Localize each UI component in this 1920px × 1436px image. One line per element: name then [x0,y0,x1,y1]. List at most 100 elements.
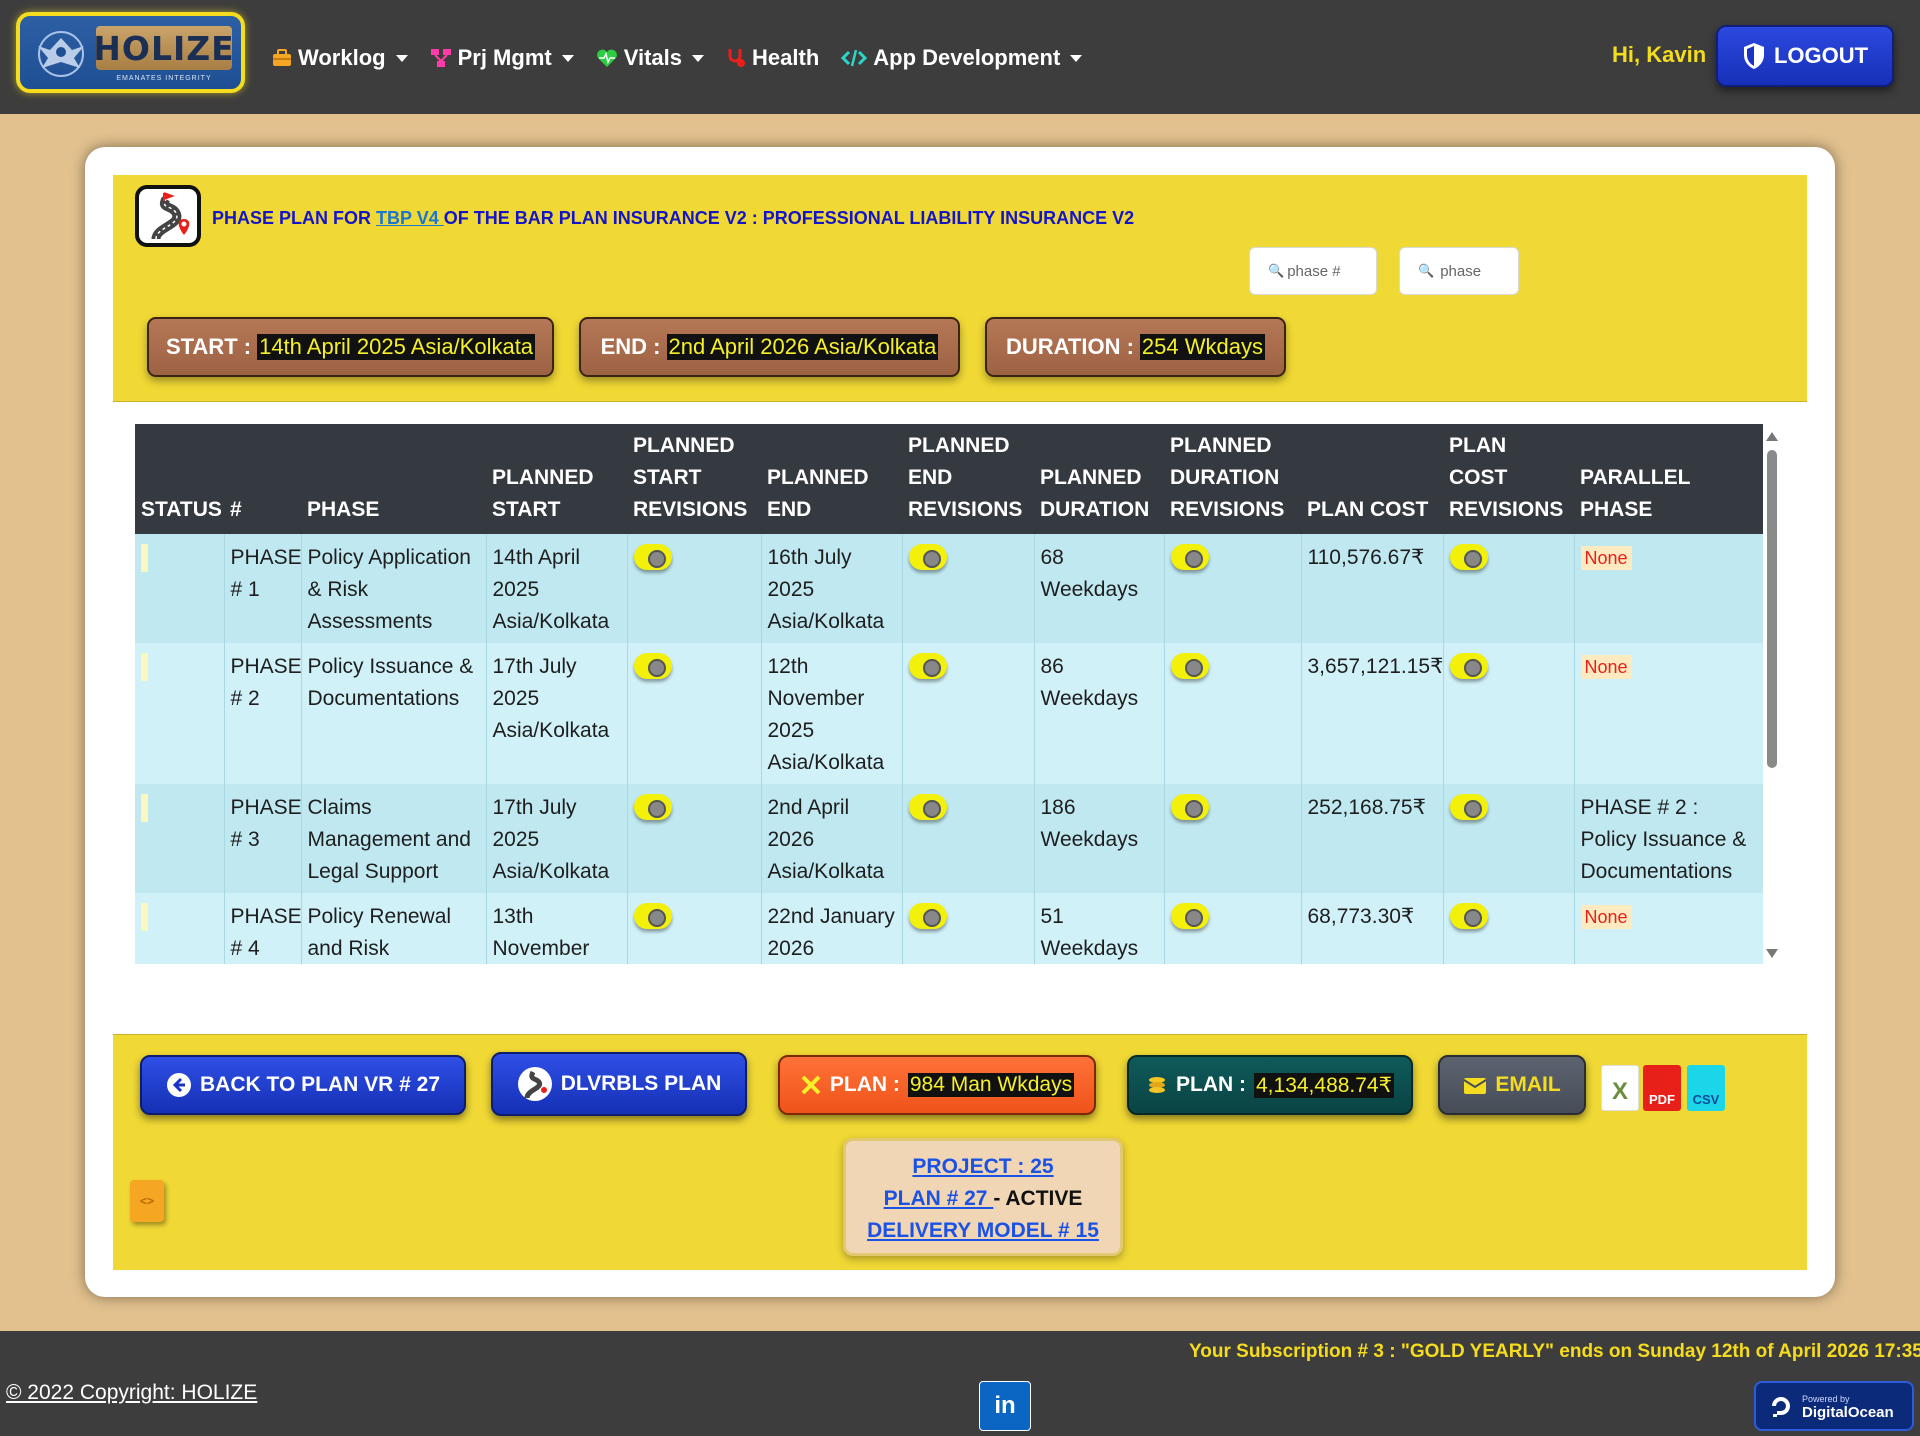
nav-app-development[interactable]: App Development [841,45,1083,71]
phase-table-container[interactable]: STATUS # PHASE PLANNED START PLANNED STA… [135,424,1763,964]
plan-effort-value: 984 Man Wkdays [907,1073,1075,1097]
duration-revisions-cell [1164,534,1302,643]
code-file-icon[interactable]: <> [130,1180,164,1222]
phase-name-search[interactable]: 🔍 phase [1399,247,1519,295]
plan-info-box: PROJECT : 25 PLAN # 27 - ACTIVE DELIVERY… [843,1138,1123,1256]
cost-revisions-toggle[interactable] [1449,903,1488,929]
planned-end-cell: 12th November 2025 Asia/Kolkata [761,643,903,784]
digitalocean-badge[interactable]: Powered by DigitalOcean [1754,1381,1914,1431]
envelope-icon [1463,1078,1487,1094]
plan-cost-label: PLAN : [1176,1073,1246,1096]
column-header[interactable]: PLAN COST [1301,424,1443,534]
phase-name-cell: Policy Issuance & Documentations [301,643,487,784]
duration-revisions-toggle[interactable] [1170,903,1209,929]
column-header[interactable]: PLANNED END [761,424,902,534]
arrow-left-circle-icon [167,1073,191,1097]
parallel-phase-cell: PHASE # 2 : Policy Issuance & Documentat… [1574,784,1763,893]
export-excel-icon[interactable]: X [1601,1065,1639,1111]
column-header[interactable]: PLAN COST REVISIONS [1443,424,1574,534]
top-navbar: HOLIZE EMANATES INTEGRITY Worklog Prj Mg… [0,0,1920,114]
excel-label: X [1611,1078,1628,1105]
column-header[interactable]: PLANNED END REVISIONS [902,424,1034,534]
nav-health[interactable]: Health [726,45,819,71]
cost-revisions-toggle[interactable] [1449,653,1488,679]
delivery-model-link[interactable]: DELIVERY MODEL # 15 [867,1219,1099,1242]
plan-cost-cell: 3,657,121.15₹ [1301,643,1444,784]
end-revisions-toggle[interactable] [908,544,947,570]
column-header[interactable]: PLANNED DURATION [1034,424,1164,534]
linkedin-icon[interactable]: in [979,1381,1031,1431]
plan-link[interactable]: PLAN # 27 [884,1187,994,1210]
end-revisions-cell [902,534,1035,643]
scroll-up-arrow-icon[interactable] [1766,432,1778,441]
column-header[interactable]: STATUS [135,424,224,534]
title-suffix: OF THE BAR PLAN INSURANCE V2 : PROFESSIO… [443,208,1135,228]
nav-vitals[interactable]: Vitals [596,45,705,71]
phase-number-cell: PHASE # 2 [224,643,302,784]
nav-worklog[interactable]: Worklog [272,45,408,71]
duration-label: DURATION : [1006,334,1134,359]
column-header[interactable]: # [224,424,301,534]
scroll-thumb[interactable] [1767,450,1777,768]
plan-cost-button[interactable]: PLAN : 4,134,488.74₹ [1127,1055,1413,1115]
phase-name-cell: Policy Renewal and Risk [301,893,487,964]
duration-revisions-toggle[interactable] [1170,653,1209,679]
cost-revisions-toggle[interactable] [1449,544,1488,570]
plan-effort-button[interactable]: PLAN : 984 Man Wkdays [778,1055,1096,1115]
logout-button[interactable]: LOGOUT [1716,25,1894,87]
page-title: PHASE PLAN FOR TBP V4 OF THE BAR PLAN IN… [212,208,1134,229]
export-pdf-icon[interactable]: PDF [1643,1065,1681,1111]
code-icon [841,49,868,67]
cost-revisions-cell [1443,784,1575,893]
email-button[interactable]: EMAIL [1438,1055,1586,1115]
end-revisions-toggle[interactable] [908,653,947,679]
phase-number-search[interactable]: 🔍 phase # [1249,247,1377,295]
duration-revisions-toggle[interactable] [1170,544,1209,570]
planned-start-cell: 14th April 2025 Asia/Kolkata [486,534,628,643]
phase-number-cell: PHASE # 4 [224,893,302,964]
parallel-phase-cell: None [1574,893,1763,964]
column-header[interactable]: PARALLEL PHASE [1574,424,1763,534]
table-scrollbar[interactable] [1765,424,1779,964]
main-menu: Worklog Prj Mgmt Vitals Health App Devel… [272,38,1104,78]
brand-name: HOLIZE [93,26,234,70]
end-revisions-toggle[interactable] [908,903,947,929]
chevron-down-icon [561,54,574,62]
scroll-down-arrow-icon[interactable] [1766,949,1778,958]
end-revisions-toggle[interactable] [908,794,947,820]
holize-logo[interactable]: HOLIZE EMANATES INTEGRITY [16,12,245,93]
column-header[interactable]: PLANNED DURATION REVISIONS [1164,424,1301,534]
project-link[interactable]: PROJECT : 25 [912,1155,1053,1178]
tbp-version-link[interactable]: TBP V4 [376,208,444,228]
phase-plan-card: PHASE PLAN FOR TBP V4 OF THE BAR PLAN IN… [85,147,1835,1297]
planned-end-cell: 16th July 2025 Asia/Kolkata [761,534,903,643]
cost-revisions-toggle[interactable] [1449,794,1488,820]
status-indicator [141,903,148,931]
start-revisions-toggle[interactable] [633,544,672,570]
back-to-plan-button[interactable]: BACK TO PLAN VR # 27 [140,1055,466,1115]
table-row: PHASE # 2 Policy Issuance & Documentatio… [135,643,1763,784]
duration-revisions-toggle[interactable] [1170,794,1209,820]
status-cell [135,784,225,893]
phase-number-cell: PHASE # 3 [224,784,302,893]
column-header[interactable]: PHASE [301,424,486,534]
nav-prj-mgmt[interactable]: Prj Mgmt [430,45,574,71]
end-revisions-cell [902,784,1035,893]
deliverables-plan-button[interactable]: DLVRBLS PLAN [491,1052,747,1116]
status-indicator [141,794,148,822]
road-map-icon [517,1067,552,1101]
chevron-down-icon [395,54,408,62]
export-csv-icon[interactable]: CSV [1687,1065,1725,1111]
start-revisions-toggle[interactable] [633,653,672,679]
planned-end-cell: 2nd April 2026 Asia/Kolkata [761,784,903,893]
cost-revisions-cell [1443,893,1575,964]
nav-app-development-label: App Development [873,45,1061,70]
column-header[interactable]: PLANNED START [486,424,627,534]
nav-health-label: Health [752,45,820,70]
start-revisions-toggle[interactable] [633,794,672,820]
copyright-link[interactable]: © 2022 Copyright: HOLIZE [6,1381,257,1405]
column-header[interactable]: PLANNED START REVISIONS [627,424,761,534]
planned-end-cell: 22nd January 2026 [761,893,903,964]
plan-cost-cell: 252,168.75₹ [1301,784,1444,893]
start-revisions-toggle[interactable] [633,903,672,929]
